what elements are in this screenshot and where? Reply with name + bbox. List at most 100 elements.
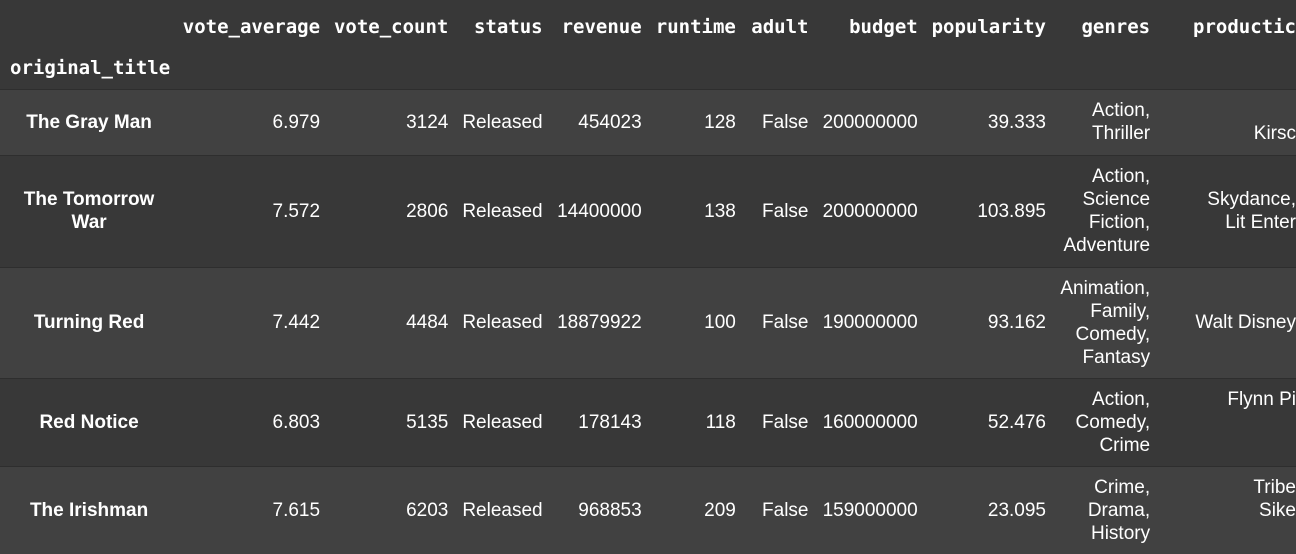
production-line: Flynn Pi: [1227, 388, 1296, 410]
production-line: Skydance,: [1207, 189, 1296, 210]
cell-genres: Action, Thriller: [1054, 88, 1159, 155]
production-line: Lit Enter: [1225, 212, 1296, 233]
production-line: [1158, 434, 1296, 457]
cell-runtime: 128: [649, 88, 744, 155]
production-line: [1158, 411, 1296, 434]
column-header-vote-average: vote_average: [178, 0, 329, 54]
table-row: The Tomorrow War 7.572 2806 Released 144…: [0, 154, 1296, 267]
cell-genres: Action, Science Fiction, Adventure: [1054, 154, 1159, 267]
cell-production: Flynn Pi: [1158, 377, 1296, 466]
table-row: Turning Red 7.442 4484 Released 18879922…: [0, 266, 1296, 378]
genre-line: Animation,: [1060, 277, 1151, 299]
genre-line: Thriller: [1092, 123, 1151, 144]
cell-revenue: 454023: [550, 88, 650, 155]
notebook-output-area: vote_average vote_count status revenue r…: [0, 0, 1296, 554]
cell-adult: False: [743, 88, 817, 155]
genre-line: Action,: [1092, 100, 1151, 121]
genre-line: Science: [1082, 189, 1151, 210]
cell-runtime: 209: [649, 465, 744, 554]
cell-popularity: 52.476: [925, 377, 1054, 466]
cell-runtime: 138: [649, 154, 744, 267]
production-line: Sike: [1259, 499, 1296, 521]
dataframe-table: vote_average vote_count status revenue r…: [0, 0, 1296, 554]
row-index-title: Red Notice: [0, 377, 179, 466]
cell-budget: 200000000: [816, 154, 926, 267]
cell-vote-count: 5135: [328, 377, 457, 466]
column-header-production: productic: [1158, 0, 1296, 54]
cell-adult: False: [743, 266, 817, 378]
cell-genres: Action, Comedy, Crime: [1054, 377, 1159, 466]
column-header-adult: adult: [743, 0, 817, 54]
cell-adult: False: [743, 465, 817, 554]
cell-production: Tribe Sike: [1158, 465, 1296, 554]
cell-production: Walt Disney: [1158, 266, 1296, 378]
cell-production: Skydance, Lit Enter: [1158, 154, 1296, 267]
production-line: [1158, 99, 1296, 122]
production-line: Walt Disney: [1195, 312, 1296, 333]
genre-line: Crime,: [1094, 476, 1151, 498]
cell-budget: 159000000: [816, 465, 926, 554]
cell-vote-count: 6203: [328, 465, 457, 554]
column-header-runtime: runtime: [649, 0, 744, 54]
index-name-row: original_title: [0, 54, 1296, 89]
row-index-title: Turning Red: [0, 266, 179, 378]
index-header-blank: [0, 0, 179, 54]
genre-line: Crime: [1099, 434, 1151, 456]
column-header-genres: genres: [1054, 0, 1159, 54]
production-line: [1158, 522, 1296, 545]
column-header-vote-count: vote_count: [328, 0, 457, 54]
genre-line: Family,: [1090, 300, 1151, 322]
cell-vote-average: 7.572: [178, 154, 329, 267]
cell-revenue: 14400000: [550, 154, 650, 267]
cell-revenue: 18879922: [550, 266, 650, 378]
genre-line: Fantasy: [1082, 346, 1151, 368]
genre-line: History: [1090, 522, 1151, 544]
row-index-title: The Gray Man: [0, 88, 179, 155]
cell-budget: 160000000: [816, 377, 926, 466]
cell-popularity: 93.162: [925, 266, 1054, 378]
cell-genres: Crime, Drama, History: [1054, 465, 1159, 554]
cell-vote-count: 2806: [328, 154, 457, 267]
cell-revenue: 178143: [550, 377, 650, 466]
column-header-popularity: popularity: [925, 0, 1054, 54]
table-row: Red Notice 6.803 5135 Released 178143 11…: [0, 377, 1296, 466]
genre-line: Drama,: [1087, 499, 1151, 521]
cell-budget: 190000000: [816, 266, 926, 378]
cell-popularity: 39.333: [925, 88, 1054, 155]
index-name-header: original_title: [0, 54, 179, 89]
cell-status: Released: [456, 377, 551, 466]
cell-popularity: 103.895: [925, 154, 1054, 267]
production-line: Kirsc: [1253, 123, 1296, 144]
cell-adult: False: [743, 377, 817, 466]
genre-line: Comedy,: [1075, 323, 1151, 345]
cell-genres: Animation, Family, Comedy, Fantasy: [1054, 266, 1159, 378]
cell-status: Released: [456, 266, 551, 378]
cell-popularity: 23.095: [925, 465, 1054, 554]
genre-line: Action,: [1092, 166, 1151, 187]
genre-line: Fiction,: [1088, 212, 1151, 233]
column-header-revenue: revenue: [550, 0, 650, 54]
cell-adult: False: [743, 154, 817, 267]
cell-vote-count: 3124: [328, 88, 457, 155]
genre-line: Action,: [1092, 388, 1151, 410]
table-row: The Irishman 7.615 6203 Released 968853 …: [0, 465, 1296, 554]
cell-vote-average: 7.615: [178, 465, 329, 554]
cell-vote-count: 4484: [328, 266, 457, 378]
cell-status: Released: [456, 88, 551, 155]
table-row: The Gray Man 6.979 3124 Released 454023 …: [0, 88, 1296, 155]
column-header-budget: budget: [816, 0, 926, 54]
cell-status: Released: [456, 465, 551, 554]
cell-runtime: 118: [649, 377, 744, 466]
column-header-status: status: [456, 0, 551, 54]
cell-vote-average: 6.979: [178, 88, 329, 155]
genre-line: Comedy,: [1075, 411, 1151, 433]
cell-vote-average: 6.803: [178, 377, 329, 466]
cell-vote-average: 7.442: [178, 266, 329, 378]
row-index-title: The Tomorrow War: [0, 154, 179, 267]
cell-revenue: 968853: [550, 465, 650, 554]
cell-runtime: 100: [649, 266, 744, 378]
column-header-row: vote_average vote_count status revenue r…: [0, 0, 1296, 54]
row-index-title: The Irishman: [0, 465, 179, 554]
cell-status: Released: [456, 154, 551, 267]
production-line: Tribe: [1253, 476, 1296, 498]
